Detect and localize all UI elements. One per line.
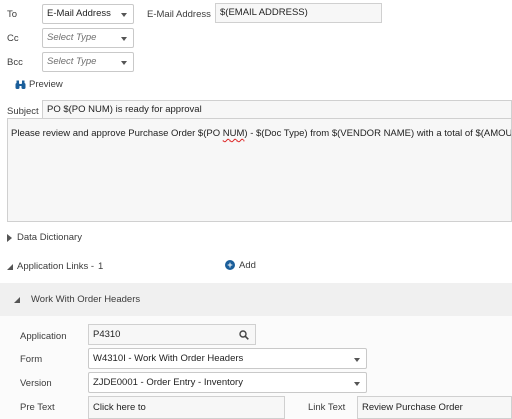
version-label: Version — [20, 378, 52, 389]
application-links-count: 1 — [98, 261, 104, 272]
bcc-label: Bcc — [7, 57, 23, 68]
to-label: To — [7, 9, 18, 20]
search-icon[interactable] — [239, 330, 249, 340]
subject-label: Subject — [7, 106, 39, 117]
message-body-textarea[interactable]: Please review and approve Purchase Order… — [7, 118, 512, 222]
link-panel-title: Work With Order Headers — [31, 294, 141, 305]
message-body-text-end: ) - $(Doc Type) from $(VENDOR NAME) with… — [244, 128, 512, 139]
cc-type-select[interactable]: Select Type — [42, 28, 134, 48]
link-text-input[interactable]: Review Purchase Order — [357, 396, 512, 419]
bcc-type-select[interactable]: Select Type — [42, 52, 134, 72]
link-text-value: Review Purchase Order — [362, 402, 463, 413]
application-links-toggle[interactable]: Application Links - 1 — [7, 261, 127, 275]
pretext-value: Click here to — [93, 402, 146, 413]
cc-type-placeholder: Select Type — [47, 32, 97, 43]
application-links-label: Application Links - — [17, 261, 95, 272]
email-address-value: $(EMAIL ADDRESS) — [220, 7, 308, 18]
data-dictionary-toggle[interactable]: Data Dictionary — [7, 232, 127, 246]
chevron-down-icon — [121, 61, 127, 65]
subject-value: PO $(PO NUM) is ready for approval — [47, 104, 202, 115]
binoculars-icon — [15, 80, 26, 89]
data-dictionary-label: Data Dictionary — [17, 232, 82, 243]
plus-circle-icon: + — [225, 260, 235, 270]
to-type-select[interactable]: E-Mail Address — [42, 4, 134, 24]
spellcheck-word: NUM — [222, 128, 245, 139]
caret-right-icon — [7, 234, 12, 242]
application-value: P4310 — [93, 329, 121, 340]
pretext-label: Pre Text — [20, 402, 55, 413]
version-select[interactable]: ZJDE0001 - Order Entry - Inventory — [88, 372, 367, 393]
add-link-button[interactable]: + Add — [225, 259, 265, 273]
bcc-type-placeholder: Select Type — [47, 56, 97, 67]
application-input[interactable]: P4310 — [88, 324, 256, 345]
form-select[interactable]: W4310I - Work With Order Headers — [88, 348, 367, 369]
preview-label: Preview — [29, 79, 63, 90]
caret-down-icon — [14, 297, 20, 303]
chevron-down-icon — [354, 382, 360, 386]
add-link-label: Add — [239, 260, 256, 271]
application-label: Application — [20, 331, 67, 342]
email-address-label: E-Mail Address — [147, 9, 211, 20]
caret-down-icon — [7, 264, 13, 270]
form-value: W4310I - Work With Order Headers — [93, 353, 244, 364]
chevron-down-icon — [121, 37, 127, 41]
cc-label: Cc — [7, 33, 19, 44]
subject-input[interactable]: PO $(PO NUM) is ready for approval — [42, 100, 512, 119]
message-body-text-start: Please review and approve Purchase Order… — [11, 128, 223, 139]
form-label: Form — [20, 354, 43, 365]
chevron-down-icon — [121, 13, 127, 17]
to-type-value: E-Mail Address — [47, 8, 111, 19]
link-panel-header[interactable]: Work With Order Headers — [0, 283, 512, 316]
chevron-down-icon — [354, 358, 360, 362]
link-text-label: Link Text — [308, 402, 346, 413]
email-address-input[interactable]: $(EMAIL ADDRESS) — [215, 3, 382, 23]
version-value: ZJDE0001 - Order Entry - Inventory — [93, 377, 243, 388]
pretext-input[interactable]: Click here to — [88, 396, 285, 419]
